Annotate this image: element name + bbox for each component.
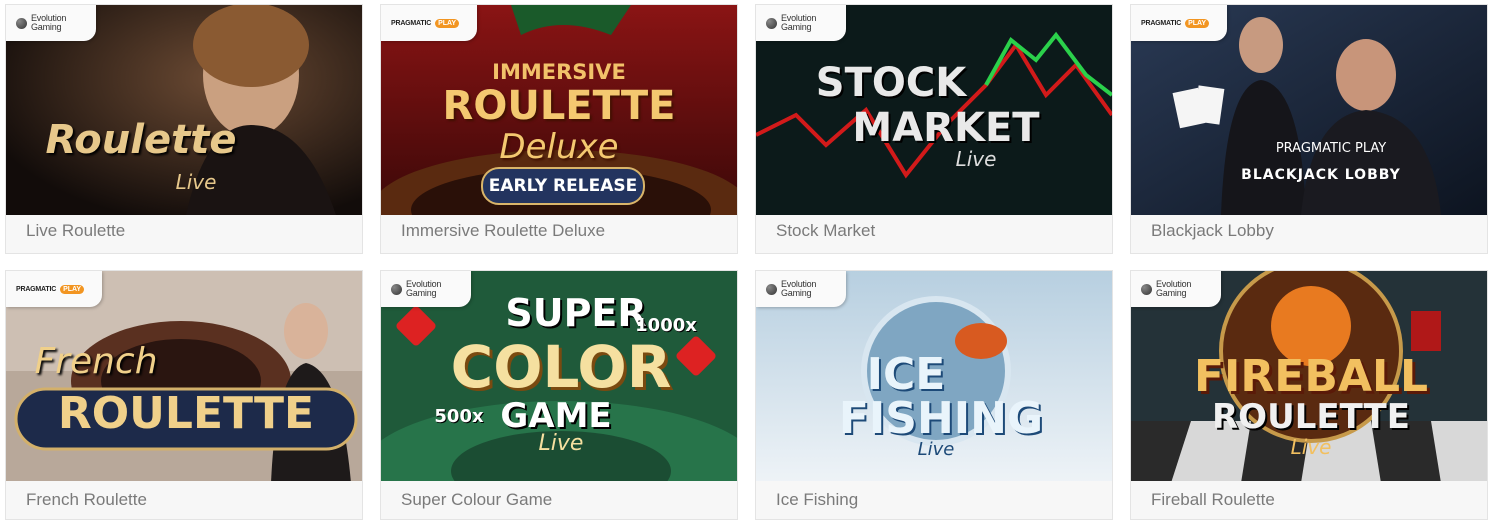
game-title[interactable]: Stock Market	[776, 221, 875, 241]
game-thumbnail[interactable]: SUPER COLOR GAME Live 1000x 500x Evoluti…	[381, 271, 737, 481]
provider-badge-evolution: Evolution Gaming	[1131, 271, 1221, 307]
evolution-logo-icon	[16, 17, 27, 29]
game-title[interactable]: Fireball Roulette	[1151, 490, 1275, 510]
art-line-3: Deluxe	[499, 127, 619, 167]
art-line-2: ROULETTE	[1212, 397, 1410, 437]
game-card-live-roulette[interactable]: Roulette Live Evolution Gaming Live Roule…	[5, 4, 363, 254]
game-card-immersive-roulette-deluxe[interactable]: IMMERSIVE ROULETTE Deluxe EARLY RELEASE …	[380, 4, 738, 254]
art-line-1: PRAGMATIC PLAY	[1275, 141, 1387, 156]
early-release-badge: EARLY RELEASE	[481, 167, 645, 205]
game-card-french-roulette[interactable]: French ROULETTE PRAGMATIC PLAY French Ro…	[5, 270, 363, 520]
game-title[interactable]: Super Colour Game	[401, 490, 552, 510]
art-subtitle: Live	[175, 170, 217, 194]
evolution-logo-icon	[766, 283, 777, 295]
provider-badge-pragmatic: PRAGMATIC PLAY	[1131, 5, 1227, 41]
evolution-logo-icon	[1141, 283, 1152, 295]
provider-badge-evolution: Evolution Gaming	[756, 5, 846, 41]
provider-name-sub: Gaming	[781, 288, 812, 298]
art-line-1: IMMERSIVE	[492, 60, 626, 84]
game-card-ice-fishing[interactable]: ICE FISHING Live Evolution Gaming Ice Fis…	[755, 270, 1113, 520]
game-card-stock-market[interactable]: STOCK MARKET Live Evolution Gaming Stock …	[755, 4, 1113, 254]
art-line-3: Live	[955, 147, 997, 171]
art-line-2: COLOR	[450, 333, 672, 401]
art-line-3: Live	[917, 439, 955, 460]
game-title[interactable]: Blackjack Lobby	[1151, 221, 1274, 241]
game-thumbnail[interactable]: STOCK MARKET Live Evolution Gaming	[756, 5, 1112, 215]
game-thumbnail[interactable]: FIREBALL ROULETTE Live Evolution Gaming	[1131, 271, 1487, 481]
game-card-blackjack-lobby[interactable]: PRAGMATIC PLAY BLACKJACK LOBBY PRAGMATIC…	[1130, 4, 1488, 254]
art-line-4: Live	[538, 431, 584, 456]
provider-name-sub: Gaming	[781, 22, 812, 32]
art-title: Roulette	[45, 117, 237, 163]
game-thumbnail[interactable]: ICE FISHING Live Evolution Gaming	[756, 271, 1112, 481]
provider-name: PRAGMATIC	[391, 19, 432, 27]
art-line-1: French	[34, 341, 158, 382]
art-line-3: GAME	[500, 396, 612, 436]
evolution-logo-icon	[766, 17, 777, 29]
game-title[interactable]: French Roulette	[26, 490, 147, 510]
game-title[interactable]: Live Roulette	[26, 221, 125, 241]
art-line-2: FISHING	[838, 393, 1044, 444]
multiplier-500x: 500x	[434, 406, 484, 427]
game-title[interactable]: Ice Fishing	[776, 490, 858, 510]
art-line-1: FIREBALL	[1193, 351, 1429, 402]
game-thumbnail[interactable]: Roulette Live Evolution Gaming	[6, 5, 362, 215]
art-line-1: STOCK	[815, 60, 967, 106]
art-line-3: Live	[1290, 435, 1332, 459]
provider-badge-pragmatic: PRAGMATIC PLAY	[6, 271, 102, 307]
game-card-fireball-roulette[interactable]: FIREBALL ROULETTE Live Evolution Gaming F…	[1130, 270, 1488, 520]
pragmatic-play-logo: PLAY	[435, 18, 460, 28]
art-line-2: MARKET	[852, 105, 1040, 151]
game-thumbnail[interactable]: IMMERSIVE ROULETTE Deluxe EARLY RELEASE …	[381, 5, 737, 215]
pragmatic-play-logo: PLAY	[1185, 18, 1210, 28]
provider-badge-pragmatic: PRAGMATIC PLAY	[381, 5, 477, 41]
provider-name-sub: Gaming	[1156, 288, 1187, 298]
pragmatic-play-logo: PLAY	[60, 284, 85, 294]
game-card-super-colour-game[interactable]: SUPER COLOR GAME Live 1000x 500x Evoluti…	[380, 270, 738, 520]
game-title[interactable]: Immersive Roulette Deluxe	[401, 221, 605, 241]
provider-badge-evolution: Evolution Gaming	[6, 5, 96, 41]
art-line-2: ROULETTE	[57, 388, 315, 439]
provider-badge-evolution: Evolution Gaming	[756, 271, 846, 307]
game-thumbnail[interactable]: PRAGMATIC PLAY BLACKJACK LOBBY PRAGMATIC…	[1131, 5, 1487, 215]
provider-name: PRAGMATIC	[1141, 19, 1182, 27]
art-line-2: ROULETTE	[442, 83, 676, 129]
multiplier-1000x: 1000x	[635, 315, 697, 336]
provider-badge-evolution: Evolution Gaming	[381, 271, 471, 307]
provider-name-sub: Gaming	[31, 22, 62, 32]
game-thumbnail[interactable]: French ROULETTE PRAGMATIC PLAY	[6, 271, 362, 481]
art-line-2: BLACKJACK LOBBY	[1241, 167, 1401, 183]
provider-name-sub: Gaming	[406, 288, 437, 298]
provider-name: PRAGMATIC	[16, 285, 57, 293]
evolution-logo-icon	[391, 283, 402, 295]
